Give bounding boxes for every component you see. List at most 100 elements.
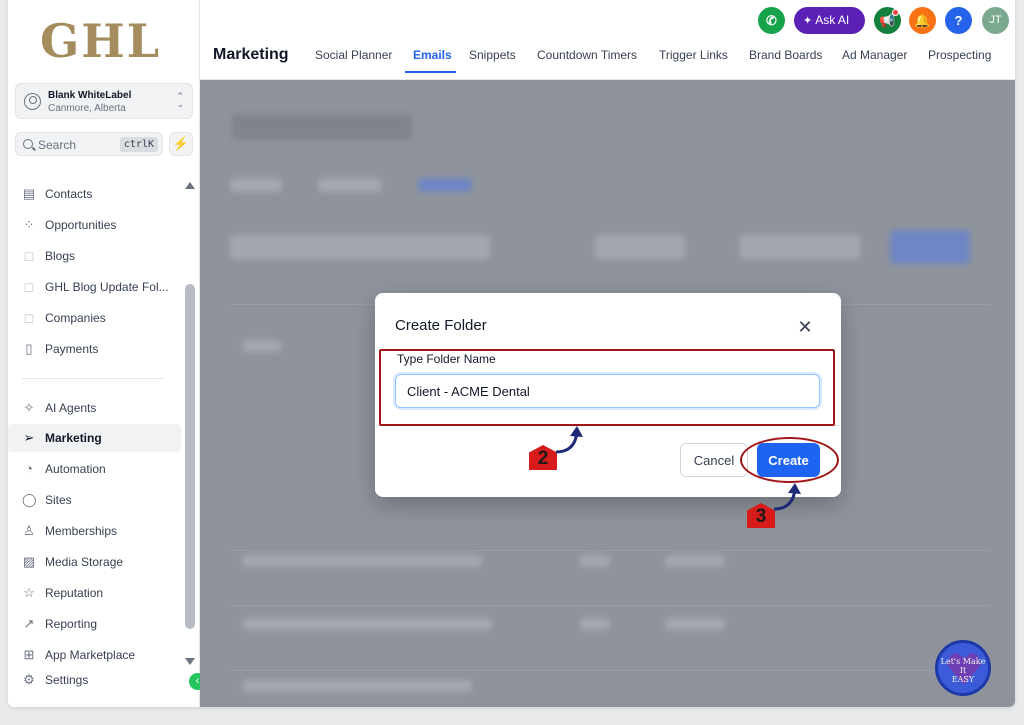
sidebar-item-media-storage[interactable]: ▨ Media Storage [8,548,181,576]
ask-ai-label: Ask AI [815,13,850,27]
phone-button[interactable]: ✆ [758,7,785,34]
watermark-line: EASY [951,675,975,684]
tab-snippets[interactable]: Snippets [469,48,516,62]
quick-actions-button[interactable]: ⚡ [169,132,193,156]
sidebar-item-label: Reporting [45,617,98,631]
sidebar-search[interactable]: Search ctrlK [15,132,163,156]
sidebar-item-reporting[interactable]: ↗ Reporting [8,610,181,638]
tab-emails[interactable]: Emails [413,48,452,62]
reporting-icon: ↗ [23,616,35,631]
marketing-icon: ➢ [23,430,35,445]
automation-icon: ◔ [25,461,33,476]
user-avatar[interactable]: JT [982,7,1009,34]
sidebar-item-label: App Marketplace [45,648,136,662]
payments-icon: ▯ [25,341,33,356]
search-placeholder: Search [38,138,77,152]
sidebar-item-companies[interactable]: ◻ Companies [8,304,181,332]
folder-name-input[interactable] [395,374,820,408]
blurred-cell [665,555,725,567]
sidebar-item-opportunities[interactable]: ⁘ Opportunities [8,211,181,239]
watermark-badge: Let's Make It EASY [935,640,991,696]
sidebar-item-label: Sites [45,493,72,507]
blurred-cell [242,680,472,692]
sidebar-item-label: Reputation [45,586,104,600]
announcements-button[interactable]: 📢 [874,7,901,34]
blurred-cell [242,340,282,352]
page-title: Marketing [213,46,289,63]
tab-social-planner[interactable]: Social Planner [315,48,392,62]
reputation-icon: ☆ [23,585,35,600]
watermark-text: Let's Make It EASY [940,657,986,684]
blurred-row-divider [230,670,990,671]
sidebar-item-automation[interactable]: ◔ Automation [8,455,181,483]
scroll-down-icon[interactable] [185,658,195,665]
search-icon [23,139,33,149]
sidebar: GHL Blank WhiteLabel Canmore, Alberta ⌃ ⌄… [8,0,200,707]
ask-ai-button[interactable]: ✦ Ask AI [794,7,865,34]
help-button[interactable]: ? [945,7,972,34]
blurred-cell [580,618,610,630]
blurred-tab [230,178,282,192]
watermark-line: It [959,666,967,675]
blurred-cell [242,618,492,630]
sidebar-item-settings[interactable]: ⚙ Settings [8,666,181,694]
sidebar-item-app-marketplace[interactable]: ⊞ App Marketplace [8,641,181,669]
sidebar-item-label: Opportunities [45,218,117,232]
sidebar-item-blogs[interactable]: ◻ Blogs [8,242,181,270]
sidebar-item-ghl-blog-update[interactable]: ◻ GHL Blog Update Fol... [8,273,181,301]
folder-name-label: Type Folder Name [397,352,496,366]
scroll-up-icon[interactable] [185,182,195,189]
sidebar-item-label: Automation [45,462,106,476]
lightning-icon: ⚡ [172,136,190,151]
media-storage-icon: ▨ [22,554,36,569]
sidebar-item-label: Blogs [45,249,76,263]
tab-countdown-timers[interactable]: Countdown Timers [537,48,637,62]
memberships-icon: ♙ [23,523,35,538]
account-switcher[interactable]: Blank WhiteLabel Canmore, Alberta ⌃ ⌄ [15,83,193,119]
sidebar-item-payments[interactable]: ▯ Payments [8,335,181,363]
scroll-thumb[interactable] [185,284,195,629]
active-tab-indicator [405,71,456,73]
blurred-search [230,235,490,259]
opportunities-icon: ⁘ [23,217,35,232]
sidebar-item-memberships[interactable]: ♙ Memberships [8,517,181,545]
sidebar-item-label: Memberships [45,524,118,538]
sidebar-item-label: GHL Blog Update Fol... [45,280,169,294]
tab-brand-boards[interactable]: Brand Boards [749,48,822,62]
sidebar-item-label: Payments [45,342,99,356]
create-folder-modal: Create Folder ✕ Type Folder Name Cancel … [375,293,841,497]
blurred-filter [740,235,860,259]
blogs-icon: ◻ [23,248,35,263]
sidebar-item-contacts[interactable]: ▤ Contacts [8,180,181,208]
sidebar-item-marketing[interactable]: ➢ Marketing [8,424,181,452]
sidebar-item-label: Media Storage [45,555,124,569]
close-icon[interactable]: ✕ [795,317,815,337]
sidebar-item-sites[interactable]: ◯ Sites [8,486,181,514]
tab-ad-manager[interactable]: Ad Manager [842,48,907,62]
chevron-up-down-icon: ⌃ ⌄ [176,91,184,109]
blurred-cell [665,618,725,630]
sidebar-item-label: Contacts [45,187,93,201]
notifications-button[interactable]: 🔔 [909,7,936,34]
settings-icon: ⚙ [23,672,35,687]
brand-logo[interactable]: GHL [40,14,161,68]
notification-dot [892,9,899,16]
sidebar-item-ai-agents[interactable]: ✧ AI Agents [8,394,181,422]
user-icon [24,93,41,110]
modal-title: Create Folder [395,317,487,334]
sidebar-item-label: AI Agents [45,401,97,415]
blurred-cell [580,555,610,567]
blurred-tab [418,178,472,192]
ai-agents-icon: ✧ [23,400,35,415]
tab-trigger-links[interactable]: Trigger Links [659,48,728,62]
app-marketplace-icon: ⊞ [23,647,35,662]
sidebar-scrollbar[interactable] [184,178,196,668]
cancel-button[interactable]: Cancel [680,443,748,477]
top-header: Marketing Social Planner Emails Snippets… [200,0,1015,80]
sidebar-item-reputation[interactable]: ☆ Reputation [8,579,181,607]
blurred-heading [232,114,412,140]
blurred-filter [595,235,685,259]
create-button[interactable]: Create [757,443,820,477]
tab-prospecting[interactable]: Prospecting [928,48,991,62]
sidebar-divider [22,378,164,379]
